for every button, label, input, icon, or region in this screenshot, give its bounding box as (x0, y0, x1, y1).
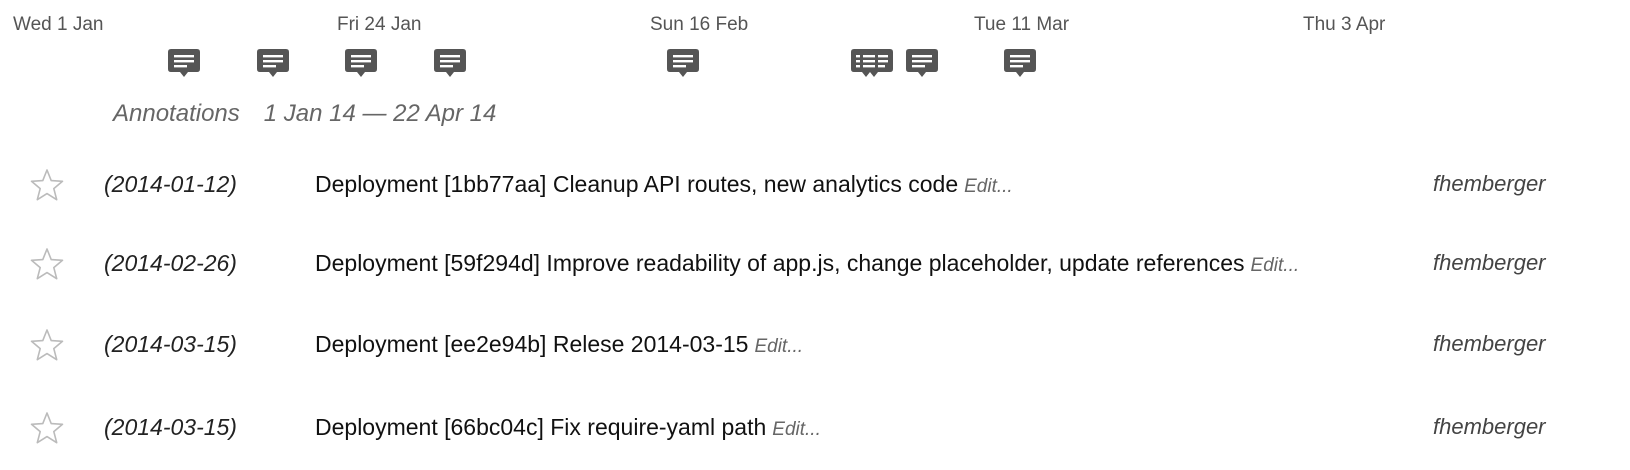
annotation-message: Deployment [59f294d] Improve readability… (315, 249, 1315, 280)
timeline-tick: Fri 24 Jan (337, 14, 422, 35)
annotation-date: (2014-01-12) (104, 171, 237, 197)
star-icon[interactable] (30, 411, 64, 445)
timeline-tick: Thu 3 Apr (1303, 14, 1386, 35)
annotations-header: Annotations 1 Jan 14 — 22 Apr 14 (113, 100, 496, 128)
annotation-author: fhemberger (1433, 171, 1546, 196)
annotation-marker-icon[interactable] (433, 46, 467, 80)
annotation-date: (2014-02-26) (104, 250, 237, 276)
star-icon[interactable] (30, 168, 64, 202)
star-icon[interactable] (30, 247, 64, 281)
timeline-tick: Wed 1 Jan (13, 14, 104, 35)
timeline-tick: Sun 16 Feb (650, 14, 749, 35)
annotation-marker-icon[interactable] (905, 46, 939, 80)
annotation-author: fhemberger (1433, 250, 1546, 275)
timeline-axis: Wed 1 Jan Fri 24 Jan Sun 16 Feb Tue 11 M… (0, 0, 1630, 90)
annotation-author: fhemberger (1433, 331, 1546, 356)
edit-link[interactable]: Edit... (772, 419, 821, 440)
star-icon[interactable] (30, 328, 64, 362)
annotation-marker-icon[interactable] (256, 46, 290, 80)
annotation-text: Deployment [ee2e94b] Relese 2014-03-15 (315, 331, 749, 357)
annotation-message: Deployment [ee2e94b] Relese 2014-03-15 Ed… (315, 330, 1315, 361)
annotation-message: Deployment [1bb77aa] Cleanup API routes,… (315, 170, 1315, 201)
annotation-text: Deployment [66bc04c] Fix require-yaml pa… (315, 414, 767, 440)
annotations-date-range: 1 Jan 14 — 22 Apr 14 (263, 100, 497, 127)
annotation-text: Deployment [59f294d] Improve readability… (315, 250, 1245, 276)
annotation-date: (2014-03-15) (104, 331, 237, 357)
annotation-marker-icon[interactable] (167, 46, 201, 80)
annotation-marker-icon[interactable] (344, 46, 378, 80)
timeline-tick: Tue 11 Mar (974, 14, 1070, 35)
annotation-text: Deployment [1bb77aa] Cleanup API routes,… (315, 171, 959, 197)
annotation-date: (2014-03-15) (104, 414, 237, 440)
annotation-marker-icon[interactable] (1003, 46, 1037, 80)
annotation-author: fhemberger (1433, 414, 1546, 439)
edit-link[interactable]: Edit... (754, 336, 803, 357)
annotation-message: Deployment [66bc04c] Fix require-yaml pa… (315, 413, 1315, 444)
annotation-marker-icon[interactable] (666, 46, 700, 80)
annotations-title: Annotations (113, 100, 240, 127)
multiple-annotations-marker-icon[interactable] (850, 46, 894, 80)
edit-link[interactable]: Edit... (964, 176, 1013, 197)
edit-link[interactable]: Edit... (1251, 255, 1300, 276)
